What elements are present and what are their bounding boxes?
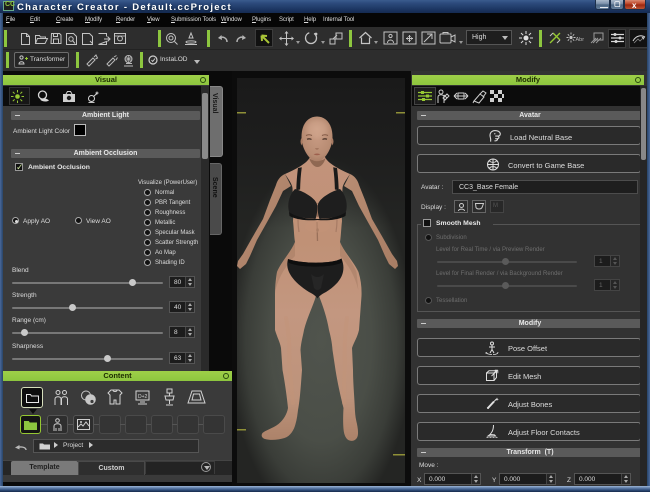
svg-text:D+2: D+2: [138, 394, 148, 400]
svg-text:Abr: Abr: [576, 37, 585, 43]
